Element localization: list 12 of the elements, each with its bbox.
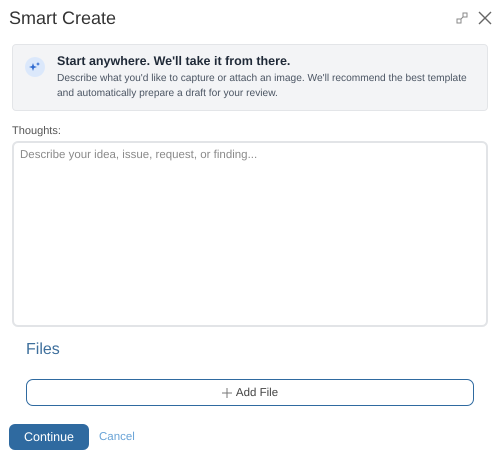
continue-button[interactable]: Continue [9,424,89,450]
expand-icon[interactable] [456,12,468,24]
sparkle-icon [25,57,45,77]
add-file-button[interactable]: Add File [26,379,474,406]
files-heading: Files [26,341,61,360]
thoughts-field[interactable]: Describe your idea, issue, request, or finding... [12,141,488,327]
plus-icon [222,388,232,398]
thoughts-label: Thoughts: [12,125,62,137]
info-heading: Start anywhere. We'll take it from there. [57,54,292,68]
dialog-title: Smart Create [9,8,118,28]
close-icon[interactable] [478,11,492,25]
info-text: Describe what you'd like to capture or attach an image. We'll recommend the best template and automatically prepare a draft for your review. [57,72,468,101]
